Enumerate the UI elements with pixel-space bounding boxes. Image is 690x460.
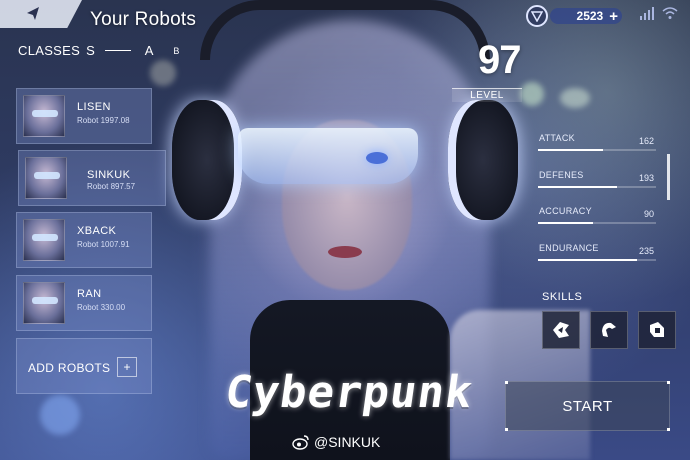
robot-avatar [23, 282, 65, 324]
stat-name: ENDURANCE [539, 243, 599, 253]
robot-info: Robot 330.00 [77, 303, 125, 312]
portrait-headphone-left [172, 100, 242, 220]
add-robots-label: ADD ROBOTS [28, 361, 111, 375]
robot-type: Robot [77, 303, 99, 312]
stat-endurance: ENDURANCE 235 [538, 243, 656, 263]
level-value: 97 [478, 38, 521, 82]
robot-card-sinkuk[interactable]: SINKUK Robot 897.57 [18, 150, 166, 206]
robot-info: Robot 1997.08 [77, 116, 130, 125]
stat-defenes: DEFENES 193 [538, 170, 656, 190]
skill-strike-icon [553, 322, 569, 338]
robot-card-xback[interactable]: XBACK Robot 1007.91 [16, 212, 152, 268]
cyberpunk-logo: Cyberpunk [221, 367, 477, 418]
page-title: Your Robots [90, 9, 197, 30]
skill-button-3[interactable] [638, 311, 676, 349]
stat-value: 193 [638, 173, 654, 183]
shield-coin-icon [526, 5, 548, 27]
classes-filter: CLASSES S A B [18, 43, 179, 58]
robot-card-lisen[interactable]: LISEN Robot 1997.08 [16, 88, 152, 144]
classes-label: CLASSES [18, 43, 81, 58]
stat-bar [538, 222, 656, 224]
bokeh-light [150, 60, 176, 86]
currency-display: 2523 + [526, 5, 622, 27]
class-tab-b[interactable]: B [173, 46, 179, 56]
start-label: START [562, 397, 613, 415]
robot-info: Robot 1007.91 [77, 240, 130, 249]
portrait-lips [328, 246, 362, 258]
stat-name: ATTACK [539, 133, 575, 143]
portrait-visor [238, 128, 418, 184]
skill-button-1[interactable] [542, 311, 580, 349]
stat-value: 162 [638, 136, 654, 146]
robot-type: Robot [87, 182, 109, 191]
robot-avatar [23, 219, 65, 261]
robot-value: 897.57 [110, 182, 136, 191]
stat-bar-fill [538, 186, 618, 188]
robot-value: 1997.08 [100, 116, 130, 125]
robot-info: Robot 897.57 [87, 182, 135, 191]
robot-value: 1007.91 [100, 240, 130, 249]
stat-bar-fill [538, 149, 603, 151]
robot-avatar [23, 95, 65, 137]
credit-handle: @SINKUK [314, 434, 381, 450]
robot-value: 330.00 [100, 303, 126, 312]
robot-card-ran[interactable]: RAN Robot 330.00 [16, 275, 152, 331]
portrait-headband [200, 0, 490, 60]
stat-attack: ATTACK 162 [538, 133, 656, 153]
skill-spin-icon [602, 322, 616, 337]
robot-name: LISEN [77, 101, 111, 113]
stat-value: 90 [643, 209, 654, 219]
wifi-icon [662, 7, 678, 19]
add-robots-button[interactable]: ADD ROBOTS + [16, 338, 152, 394]
stat-name: ACCURACY [539, 206, 592, 216]
bokeh-light [520, 82, 544, 106]
robot-name: SINKUK [87, 169, 131, 181]
stat-accuracy: ACCURACY 90 [538, 206, 656, 226]
stat-bar-fill [538, 222, 594, 224]
class-tab-a[interactable]: A [145, 43, 154, 58]
robot-avatar [25, 157, 67, 199]
robot-type: Robot [77, 116, 99, 125]
stat-bar [538, 259, 656, 261]
plus-icon[interactable]: + [609, 9, 618, 24]
currency-amount: 2523 [576, 9, 604, 23]
robot-name: RAN [77, 288, 102, 300]
robot-type: Robot [77, 240, 99, 249]
stats-scrollbar[interactable] [667, 154, 670, 200]
stat-value: 235 [638, 246, 654, 256]
currency-amount-bar: 2523 + [550, 8, 622, 24]
skills-label: SKILLS [542, 291, 583, 303]
start-button[interactable]: START [505, 381, 670, 431]
stat-bar-fill [538, 259, 638, 261]
bokeh-light [560, 88, 590, 108]
stat-bar [538, 149, 656, 151]
portrait-headphone-right [448, 100, 518, 220]
skill-button-2[interactable] [590, 311, 628, 349]
skill-block-icon [650, 322, 664, 337]
stat-name: DEFENES [539, 170, 584, 180]
stat-bar [538, 186, 656, 188]
class-tab-s[interactable]: S [86, 43, 95, 58]
robot-name: XBACK [77, 225, 117, 237]
add-plus-icon: + [117, 357, 137, 377]
class-tab-divider [104, 50, 131, 51]
signal-icon [640, 7, 654, 20]
status-icons [640, 6, 678, 20]
author-credit: @SINKUK [292, 434, 380, 450]
bokeh-light [40, 395, 80, 435]
back-arrow-icon [27, 7, 39, 20]
weibo-icon [292, 435, 309, 450]
level-label: LEVEL [452, 88, 522, 102]
